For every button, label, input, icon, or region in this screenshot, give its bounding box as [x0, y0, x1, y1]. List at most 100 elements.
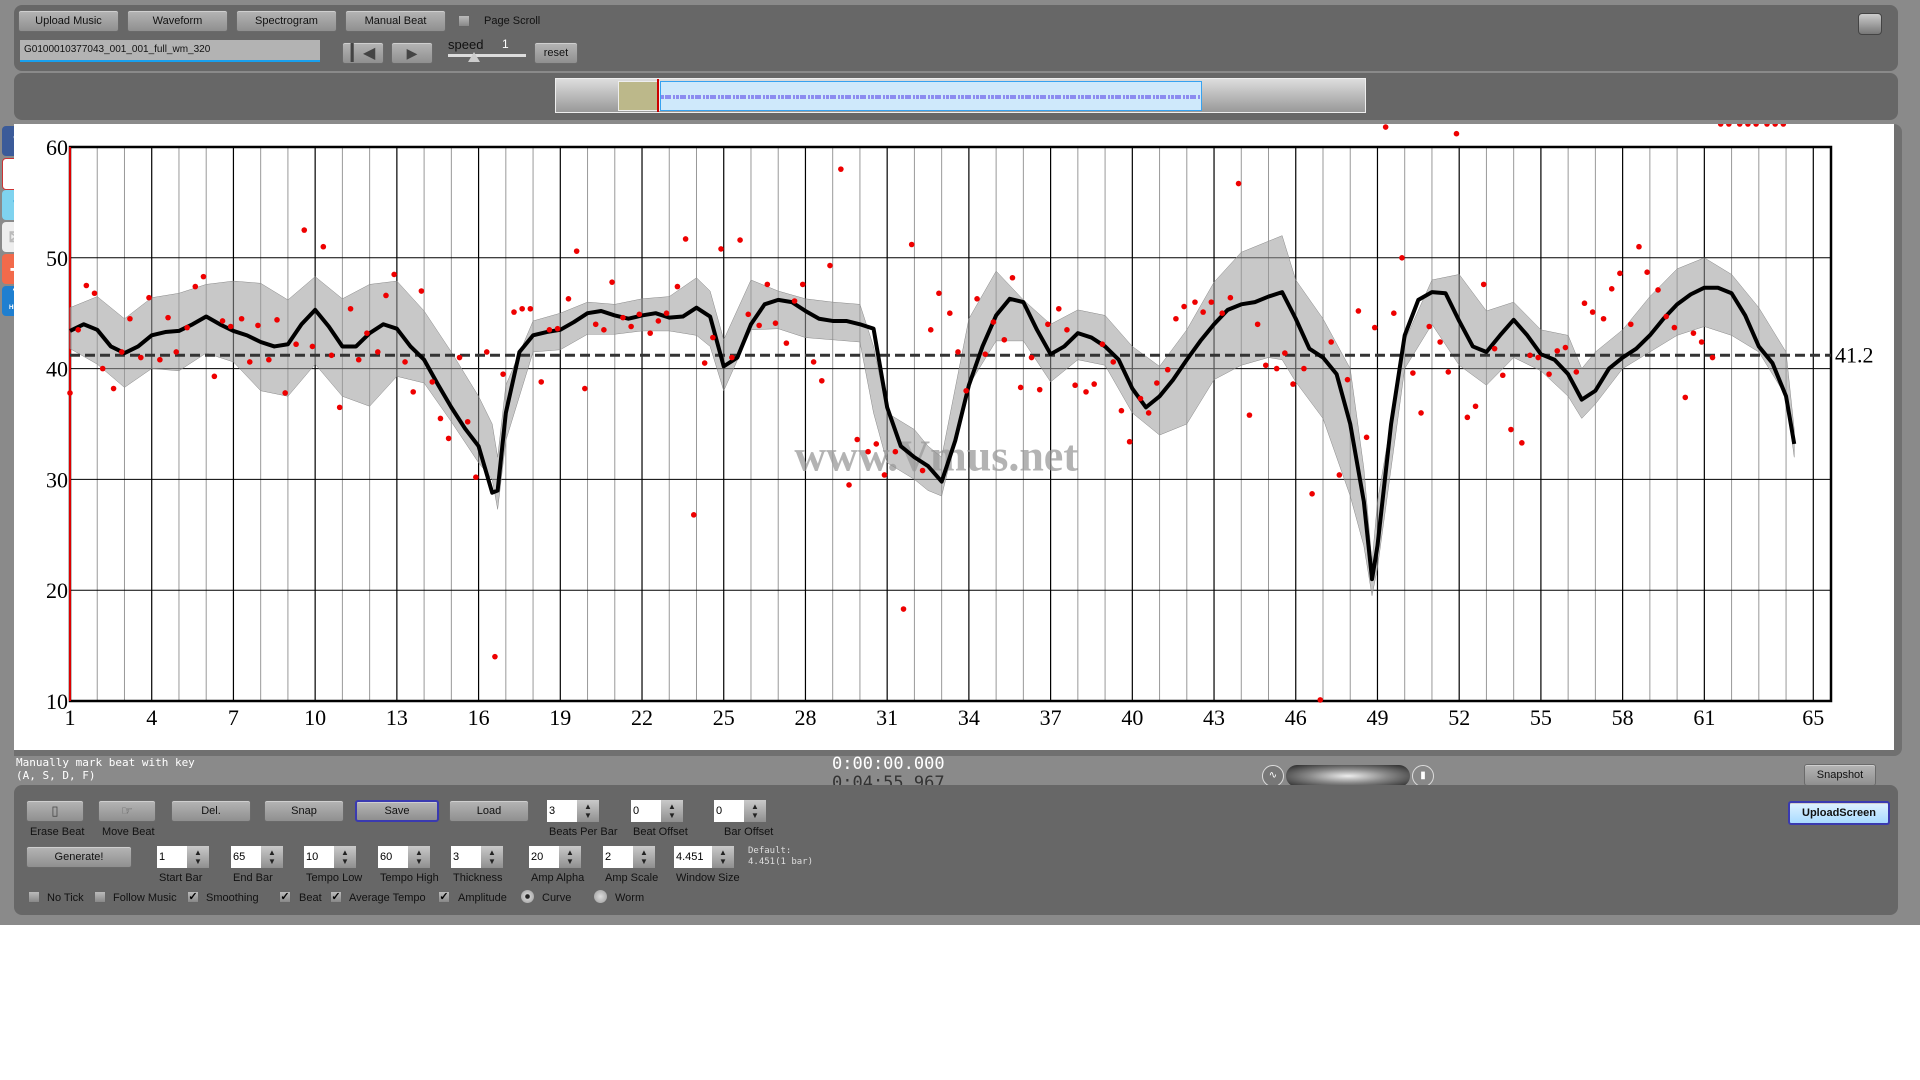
move-beat-label: Move Beat — [102, 826, 155, 838]
down-arrow-icon[interactable]: ▼ — [488, 857, 496, 866]
up-arrow-icon[interactable]: ▲ — [719, 848, 727, 857]
move-beat-button[interactable]: ☞ — [98, 800, 156, 822]
beat-point — [764, 281, 771, 288]
beat-point — [336, 404, 343, 411]
skip-back-icon: ▎◀ — [350, 45, 376, 62]
no-tick-checkbox[interactable] — [28, 891, 40, 903]
x-tick-label: 40 — [1121, 705, 1143, 730]
down-arrow-icon[interactable]: ▼ — [566, 857, 574, 866]
beat-point — [320, 243, 327, 250]
tempo-low-stepper[interactable]: 10 ▲ ▼ — [304, 846, 356, 868]
window-size-stepper[interactable]: 4.451 ▲ ▼ — [674, 846, 734, 868]
erase-beat-button[interactable]: ▯ — [26, 800, 84, 822]
load-button[interactable]: Load — [449, 800, 529, 822]
reset-button[interactable]: reset — [534, 42, 578, 64]
down-arrow-icon[interactable]: ▼ — [341, 857, 349, 866]
snapshot-button[interactable]: Snapshot — [1804, 764, 1876, 786]
up-arrow-icon[interactable]: ▲ — [668, 802, 676, 811]
smoothing-checkbox[interactable]: ✓ — [187, 891, 199, 903]
up-arrow-icon[interactable]: ▲ — [584, 802, 592, 811]
up-arrow-icon[interactable]: ▲ — [640, 848, 648, 857]
hand-icon: ☞ — [121, 803, 133, 818]
volume-slider[interactable] — [1286, 765, 1410, 787]
amp-alpha-stepper[interactable]: 20 ▲ ▼ — [529, 846, 581, 868]
amp-scale-stepper[interactable]: 2 ▲ ▼ — [603, 846, 655, 868]
down-arrow-icon[interactable]: ▼ — [719, 857, 727, 866]
beat-point — [745, 311, 752, 318]
spectrogram-button[interactable]: Spectrogram — [236, 10, 337, 32]
waveform-button[interactable]: Waveform — [127, 10, 228, 32]
up-arrow-icon[interactable]: ▲ — [415, 848, 423, 857]
generate-button[interactable]: Generate! — [26, 846, 132, 868]
beat-point — [511, 309, 517, 315]
check-icon: ✓ — [280, 891, 290, 903]
rewind-button[interactable]: ▎◀ — [342, 42, 384, 64]
delete-button[interactable]: Del. — [171, 800, 251, 822]
beat-point — [282, 390, 288, 396]
up-arrow-icon[interactable]: ▲ — [268, 848, 276, 857]
current-time: 0:00:00.000 — [832, 754, 945, 774]
play-button[interactable]: ▶ — [391, 42, 433, 64]
amplitude-checkbox[interactable]: ✓ — [438, 891, 450, 903]
x-tick-label: 19 — [549, 705, 571, 730]
beat-checkbox[interactable]: ✓ — [279, 891, 291, 903]
upload-music-button[interactable]: Upload Music — [18, 10, 119, 32]
bar-offset-stepper[interactable]: 0 ▲ ▼ — [714, 800, 766, 822]
manual-beat-button[interactable]: Manual Beat — [345, 10, 446, 32]
beat-point — [919, 467, 926, 474]
beat-point — [1546, 371, 1552, 377]
beat-point — [1736, 121, 1743, 127]
down-arrow-icon[interactable]: ▼ — [668, 811, 676, 820]
start-bar-stepper[interactable]: 1 ▲ ▼ — [157, 846, 209, 868]
down-arrow-icon[interactable]: ▼ — [268, 857, 276, 866]
timeline-playhead[interactable] — [657, 79, 659, 112]
beat-point — [246, 359, 253, 365]
down-arrow-icon[interactable]: ▼ — [584, 811, 592, 820]
beat-point — [301, 227, 308, 233]
beats-per-bar-stepper[interactable]: 3 ▲ ▼ — [547, 800, 599, 822]
up-arrow-icon[interactable]: ▲ — [566, 848, 574, 857]
x-tick-label: 22 — [631, 705, 653, 730]
worm-radio[interactable] — [594, 890, 607, 903]
amplitude-mode-icon[interactable]: ▮ — [1412, 765, 1434, 787]
up-arrow-icon[interactable]: ▲ — [194, 848, 202, 857]
down-arrow-icon[interactable]: ▼ — [640, 857, 648, 866]
up-arrow-icon[interactable]: ▲ — [488, 848, 496, 857]
average-tempo-checkbox[interactable]: ✓ — [330, 891, 342, 903]
beat-point — [99, 365, 106, 372]
beat-point — [1600, 315, 1607, 322]
y-tick-label: 40 — [46, 357, 68, 382]
timeline-visible-window[interactable] — [660, 81, 1202, 111]
up-arrow-icon[interactable]: ▲ — [751, 802, 759, 811]
timeline-track[interactable] — [555, 78, 1366, 113]
waveform-mode-icon[interactable]: ∿ — [1262, 765, 1284, 787]
tempo-low-label: Tempo Low — [306, 872, 363, 884]
filename-field[interactable]: G0100010377043_001_001_full_wm_320 — [20, 40, 320, 62]
page-scroll-checkbox[interactable] — [458, 15, 470, 27]
save-button[interactable]: Save — [355, 800, 439, 822]
upload-screen-button[interactable]: UploadScreen — [1788, 801, 1890, 825]
speed-slider-thumb[interactable] — [468, 52, 480, 62]
beat-point — [982, 351, 989, 357]
speed-slider[interactable] — [448, 52, 526, 62]
down-arrow-icon[interactable]: ▼ — [194, 857, 202, 866]
snap-button[interactable]: Snap — [264, 800, 344, 822]
fullscreen-icon[interactable] — [1858, 13, 1882, 35]
up-arrow-icon[interactable]: ▲ — [341, 848, 349, 857]
x-tick-label: 4 — [146, 705, 157, 730]
beat-point — [783, 340, 790, 346]
follow-music-checkbox[interactable] — [94, 891, 106, 903]
beat-point — [1464, 414, 1471, 421]
curve-radio[interactable] — [521, 890, 534, 903]
tempo-high-stepper[interactable]: 60 ▲ ▼ — [378, 846, 430, 868]
beat-point — [636, 311, 643, 318]
beat-offset-stepper[interactable]: 0 ▲ ▼ — [631, 800, 683, 822]
down-arrow-icon[interactable]: ▼ — [751, 811, 759, 820]
end-bar-stepper[interactable]: 65 ▲ ▼ — [231, 846, 283, 868]
check-icon: ✓ — [439, 891, 449, 903]
thickness-stepper[interactable]: 3 ▲ ▼ — [451, 846, 503, 868]
confidence-band — [69, 235, 1795, 596]
down-arrow-icon[interactable]: ▼ — [415, 857, 423, 866]
no-tick-label: No Tick — [47, 892, 84, 904]
tempo-chart[interactable]: 1020304050601 4 7 10 13 16 19 22 25 28 31 34 37 40 43 4… — [14, 121, 1894, 750]
